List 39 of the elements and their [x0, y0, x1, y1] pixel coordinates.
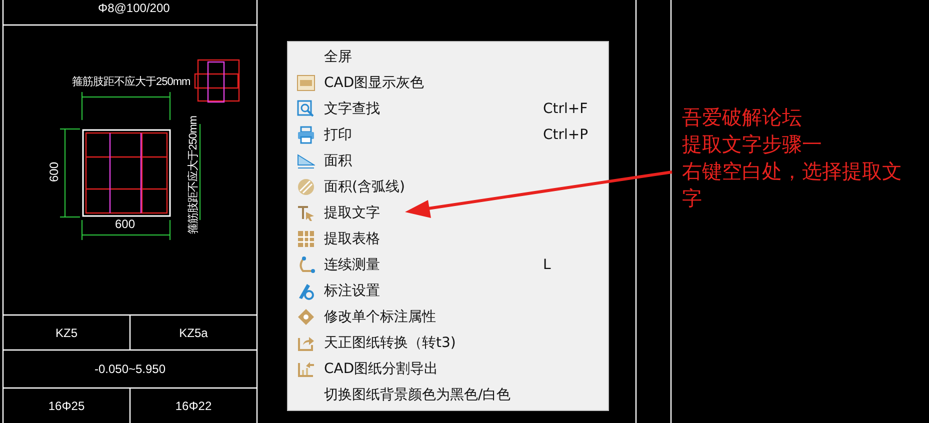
- stirrup-spec-text: Φ8@100/200: [98, 0, 170, 16]
- menu-item[interactable]: 切换图纸背景颜色为黑色/白色: [288, 382, 608, 408]
- annotation-text: 吾爱破解论坛: [682, 104, 803, 131]
- menu-item[interactable]: CAD图纸分割导出: [288, 356, 608, 382]
- share-icon: [297, 334, 315, 352]
- menu-item[interactable]: CAD图显示灰色: [288, 70, 608, 96]
- search-icon: [297, 100, 315, 118]
- printer-icon: [297, 126, 315, 144]
- menu-item[interactable]: 提取文字: [288, 200, 608, 226]
- table-cell-text: KZ5: [54, 326, 78, 340]
- menu-item[interactable]: 修改单个标注属性: [288, 304, 608, 330]
- menu-item[interactable]: 面积(含弧线): [288, 174, 608, 200]
- menu-item[interactable]: 面积: [288, 148, 608, 174]
- area-icon: [297, 153, 315, 169]
- text-cursor-icon: [297, 204, 315, 222]
- measure-path-icon: [297, 256, 315, 274]
- menu-item[interactable]: 全屏: [288, 44, 608, 70]
- table-cell-text: KZ5a: [178, 326, 209, 340]
- menu-item[interactable]: 提取表格: [288, 226, 608, 252]
- menu-item[interactable]: 天正图纸转换（转t3): [288, 330, 608, 356]
- table-cell-text: 16Φ22: [174, 398, 213, 412]
- hatched-circle-icon: [297, 178, 315, 196]
- table-icon: [297, 230, 315, 248]
- menu-item[interactable]: 连续测量 L: [288, 252, 608, 278]
- table-cell-text: -0.050~5.950: [93, 362, 167, 376]
- annotation-text: 提取文字步骤一: [682, 131, 823, 158]
- annotation-text: 右键空白处，选择提取文字: [682, 158, 903, 212]
- tag-icon: [297, 308, 315, 326]
- pen-gear-icon: [297, 282, 315, 300]
- dimension-note-text: 箍筋肢距不应大于250mm: [186, 116, 200, 234]
- menu-item[interactable]: 文字查找 Ctrl+F: [288, 96, 608, 122]
- cad-file-icon: [297, 75, 315, 91]
- table-cell-text: 16Φ25: [47, 398, 86, 412]
- dimension-text: 600: [115, 217, 136, 231]
- menu-item[interactable]: 标注设置: [288, 278, 608, 304]
- dimension-note-text: 箍筋肢距不应大于250mm: [72, 74, 190, 89]
- menu-item[interactable]: 打印 Ctrl+P: [288, 122, 608, 148]
- chart-export-icon: [297, 360, 315, 378]
- dimension-text: 600: [47, 162, 61, 182]
